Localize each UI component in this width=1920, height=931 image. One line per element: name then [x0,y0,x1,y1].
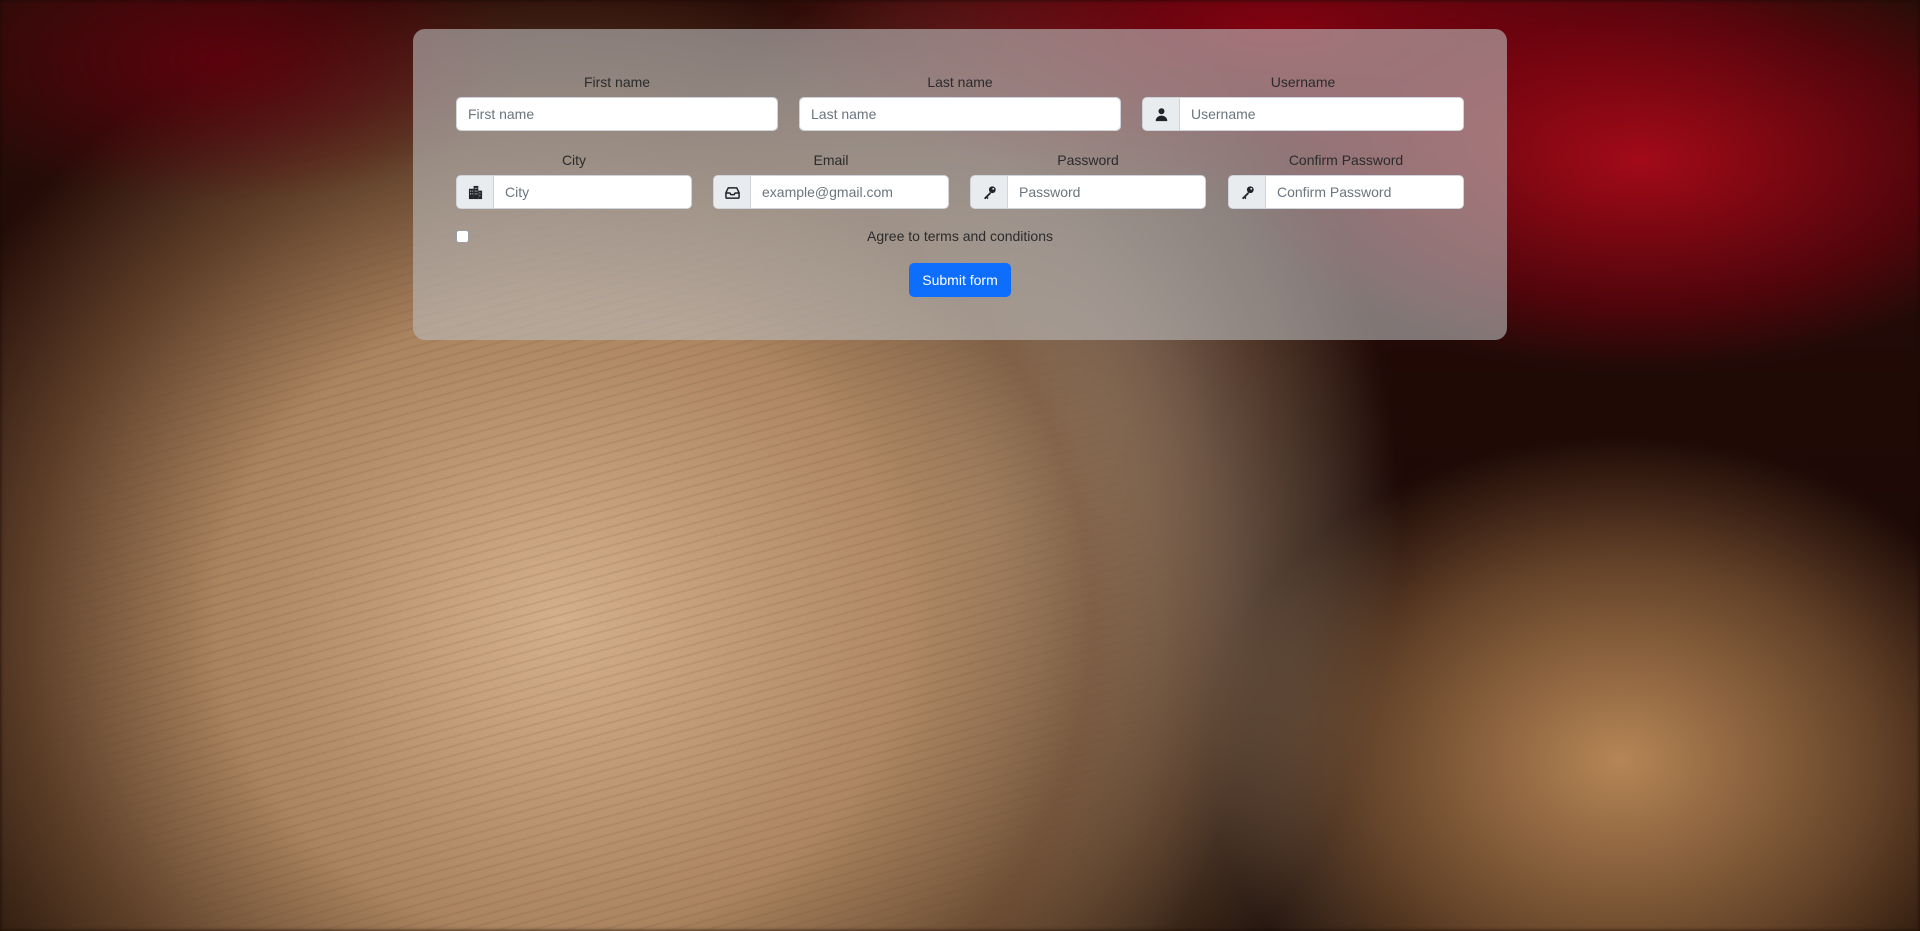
confirm-password-label: Confirm Password [1288,152,1404,168]
last-name-input[interactable] [800,98,1120,130]
first-name-label: First name [583,74,651,90]
username-input[interactable] [1180,98,1463,130]
first-name-input[interactable] [457,98,777,130]
username-label: Username [1270,74,1336,90]
first-name-input-wrap [456,97,778,131]
password-label: Password [1057,152,1119,168]
user-icon [1143,98,1180,130]
confirm-password-input-wrap [1228,175,1464,209]
city-input-wrap [456,175,692,209]
email-group: Email [713,150,949,209]
confirm-password-input[interactable] [1266,176,1463,208]
username-input-wrap [1142,97,1464,131]
password-input[interactable] [1008,176,1205,208]
password-group: Password [970,150,1206,209]
key-icon [1229,176,1266,208]
confirm-password-group: Confirm Password [1228,150,1464,209]
email-input-wrap [713,175,949,209]
registration-form: First name Last name Username City [413,29,1507,340]
city-group: City [456,150,692,209]
inbox-icon [714,176,751,208]
key-icon [971,176,1008,208]
last-name-input-wrap [799,97,1121,131]
email-input[interactable] [751,176,948,208]
username-group: Username [1142,72,1464,131]
city-label: City [561,152,587,168]
city-icon [457,176,494,208]
password-input-wrap [970,175,1206,209]
email-label: Email [813,152,849,168]
city-input[interactable] [494,176,691,208]
terms-label: Agree to terms and conditions [867,228,1053,244]
first-name-group: First name [456,72,778,131]
last-name-group: Last name [799,72,1121,131]
submit-button[interactable]: Submit form [909,263,1011,297]
last-name-label: Last name [927,74,993,90]
